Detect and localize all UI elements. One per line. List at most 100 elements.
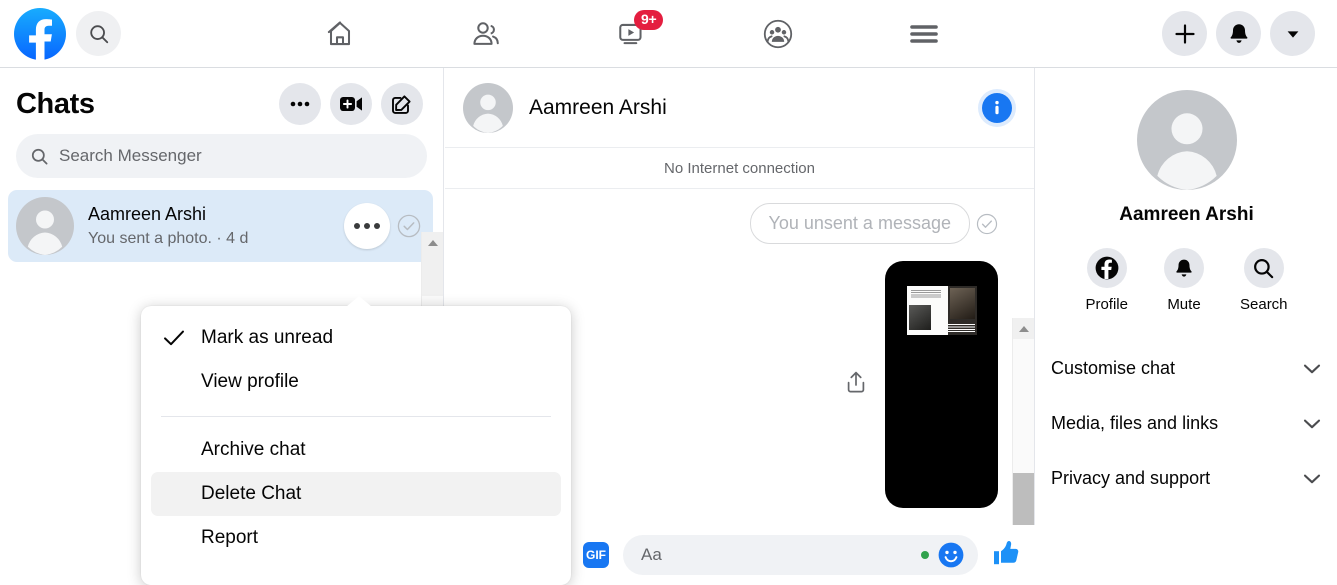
profile-icon-circle	[1086, 248, 1127, 288]
menu-item-label: Delete Chat	[201, 483, 302, 504]
menu-divider	[161, 416, 551, 417]
bell-icon	[1176, 259, 1192, 277]
create-button[interactable]	[1162, 11, 1207, 56]
bell-icon	[1230, 23, 1247, 43]
scroll-up-button[interactable]	[422, 232, 443, 253]
search-input[interactable]: Search Messenger	[16, 134, 427, 178]
chevron-down-icon	[1287, 30, 1298, 38]
chevron-down-icon	[1303, 474, 1321, 483]
context-menu-arrow	[346, 296, 372, 307]
send-like-button[interactable]	[991, 538, 1021, 573]
menu-item-mark-as-unread[interactable]: Mark as unread	[151, 316, 561, 360]
gif-button[interactable]: GIF	[583, 542, 609, 568]
chevron-down-icon	[1303, 364, 1321, 373]
menu-item-label: Archive chat	[201, 439, 306, 460]
top-navigation-bar: 9+	[0, 0, 1337, 68]
nav-right-group	[1162, 11, 1337, 56]
menu-item-delete-chat[interactable]: Delete Chat	[151, 472, 561, 516]
emoji-smiley-icon	[938, 542, 964, 568]
hamburger-menu-icon	[910, 24, 938, 43]
conversation-info-button[interactable]	[982, 92, 1012, 123]
section-label: Customise chat	[1051, 358, 1176, 378]
conversation-title[interactable]: Aamreen Arshi	[529, 96, 982, 120]
chat-context-menu: Mark as unread View profile Archive chat…	[141, 296, 571, 585]
plus-icon	[1174, 23, 1195, 44]
action-profile[interactable]: Profile	[1085, 248, 1128, 313]
avatar[interactable]	[1136, 90, 1237, 190]
search-wrapper: Search Messenger	[0, 128, 443, 178]
contact-name: Aamreen Arshi	[1119, 204, 1254, 225]
info-icon	[995, 100, 999, 114]
contact-actions: Profile Mute Search	[1036, 248, 1337, 313]
online-indicator-dot	[921, 551, 929, 559]
scroll-up-arrow-icon	[1018, 325, 1029, 332]
new-message-button[interactable]	[381, 83, 423, 125]
nav-tab-friends[interactable]	[430, 6, 542, 62]
details-sections: Customise chat Media, files and links Pr…	[1036, 341, 1337, 506]
chats-header: Chats	[0, 68, 443, 128]
action-search[interactable]: Search	[1240, 248, 1288, 313]
check-circle-icon	[397, 214, 421, 238]
chats-options-button[interactable]	[279, 83, 321, 125]
facebook-logo[interactable]	[14, 7, 66, 60]
menu-item-label: Mark as unread	[201, 327, 334, 348]
dot	[364, 223, 370, 229]
menu-item-archive-chat[interactable]: Archive chat	[151, 428, 561, 472]
new-video-room-button[interactable]	[330, 83, 372, 125]
message-status-icon	[976, 213, 998, 235]
unsent-message-bubble: You unsent a message	[749, 203, 970, 244]
thumbnail-portrait-bw	[909, 305, 931, 330]
menu-item-report[interactable]: Report	[151, 516, 561, 560]
chat-list-item[interactable]: Aamreen Arshi You sent a photo. · 4 d	[8, 190, 433, 262]
search-icon	[89, 24, 108, 43]
nav-tab-menu[interactable]	[868, 6, 980, 62]
delivered-check-icon	[976, 213, 998, 234]
section-label: Privacy and support	[1051, 468, 1211, 488]
emoji-picker-button[interactable]	[938, 542, 964, 568]
nav-tab-groups[interactable]	[722, 6, 834, 62]
nav-search-button[interactable]	[76, 11, 121, 56]
thumbs-up-icon	[994, 540, 1019, 564]
conversation-header: Aamreen Arshi	[445, 68, 1034, 148]
action-label: Profile	[1085, 296, 1128, 313]
account-menu-button[interactable]	[1270, 11, 1315, 56]
nav-tab-home[interactable]	[284, 6, 396, 62]
menu-item-label: View profile	[201, 371, 299, 392]
thumbnail-portrait-painting	[950, 288, 975, 319]
nav-tabs: 9+	[230, 6, 1162, 62]
mark-read-button[interactable]	[397, 214, 421, 238]
message-input-placeholder: Aa	[641, 545, 662, 564]
section-customise-chat[interactable]: Customise chat	[1036, 341, 1337, 396]
section-privacy-support[interactable]: Privacy and support	[1036, 451, 1337, 506]
details-sidebar: Aamreen Arshi Profile Mute Search Custom…	[1036, 68, 1337, 585]
scroll-up-button[interactable]	[1013, 318, 1034, 339]
action-label: Search	[1240, 296, 1288, 313]
share-icon	[847, 371, 865, 393]
thumbnail-left-panel	[907, 286, 948, 335]
menu-item-view-profile[interactable]: View profile	[151, 360, 561, 404]
messenger-app: 9+ Chats Search Messenger Aamreen Arshi …	[0, 0, 1337, 585]
menu-item-label: Report	[201, 527, 259, 548]
search-icon	[1254, 258, 1274, 278]
section-media-files-links[interactable]: Media, files and links	[1036, 396, 1337, 451]
mute-icon-circle	[1164, 248, 1204, 288]
avatar[interactable]	[463, 82, 513, 133]
nav-left-group	[0, 7, 230, 60]
search-icon-circle	[1243, 248, 1284, 288]
groups-icon	[763, 19, 793, 48]
facebook-icon	[1095, 256, 1119, 280]
section-label: Media, files and links	[1051, 413, 1219, 433]
photo-message[interactable]	[885, 261, 998, 508]
chat-item-name: Aamreen Arshi	[88, 204, 207, 224]
message-input[interactable]: Aa	[623, 535, 978, 575]
action-mute[interactable]: Mute	[1164, 248, 1204, 313]
chat-item-texts: Aamreen Arshi You sent a photo. · 4 d	[88, 202, 344, 250]
share-message-button[interactable]	[845, 370, 867, 399]
notifications-button[interactable]	[1216, 11, 1261, 56]
home-icon	[327, 20, 351, 45]
photo-thumbnail	[907, 286, 977, 335]
ellipsis-icon	[290, 101, 310, 107]
chat-item-options-button[interactable]	[344, 203, 390, 249]
thumbnail-caption-lines	[948, 324, 975, 332]
nav-tab-watch[interactable]: 9+	[576, 6, 688, 62]
